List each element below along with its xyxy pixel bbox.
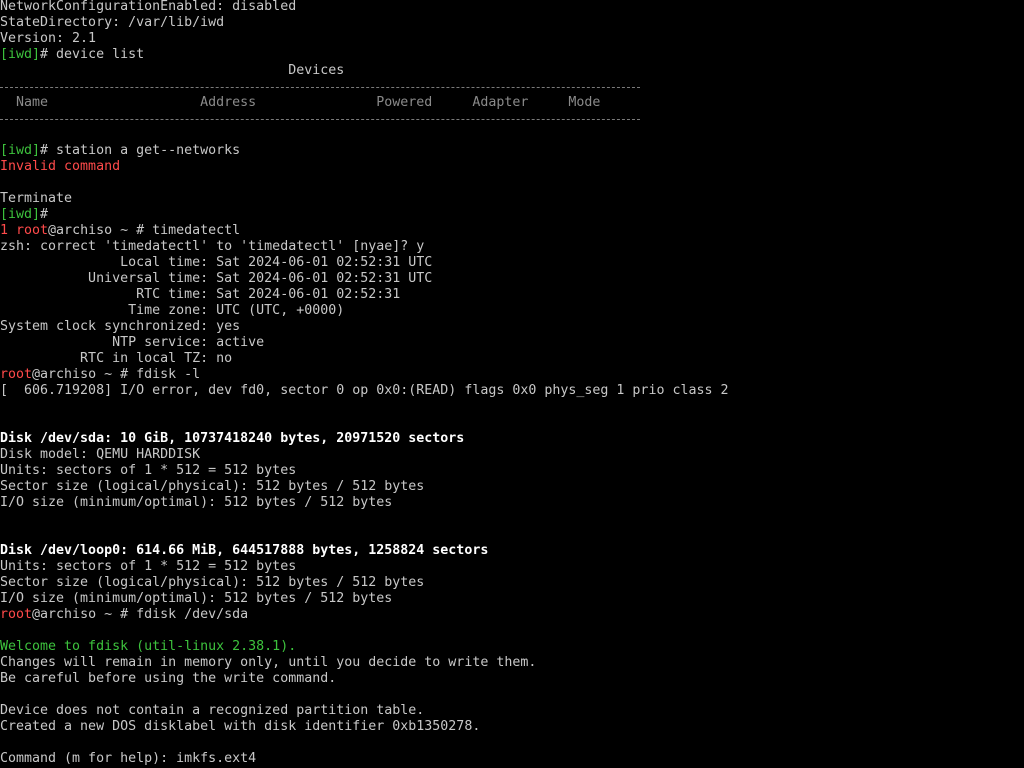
iwd-prompt-line: [iwd]# device list (0, 47, 144, 63)
command-text: @archiso ~ # timedatectl (48, 223, 241, 238)
fdisk-welcome: Welcome to fdisk (util-linux 2.38.1). (0, 639, 297, 654)
output-line: NTP service: active (0, 335, 265, 350)
output-line: RTC time: Sat 2024-06-01 02:52:31 (0, 287, 401, 302)
shell-prompt-line: 1 root@archiso ~ # timedatectl (0, 223, 240, 239)
output-line: Terminate (0, 191, 73, 206)
output-line: Created a new DOS disklabel with disk id… (0, 719, 481, 734)
iwd-prompt: [iwd] (0, 207, 41, 222)
fdisk-command-input[interactable]: Command (m for help): imkfs.ext4 (0, 751, 256, 767)
output-line: Units: sectors of 1 * 512 = 512 bytes (0, 463, 297, 478)
shell-prompt-line: root@archiso ~ # fdisk -l (0, 367, 200, 383)
output-line: Be careful before using the write comman… (0, 671, 337, 686)
error-message: Invalid command (0, 159, 121, 174)
output-line: I/O size (minimum/optimal): 512 bytes / … (0, 591, 393, 606)
devices-table-header: Name Address Powered Adapter Mode (0, 95, 601, 110)
command-text: @archiso ~ # fdisk /dev/sda (32, 607, 249, 622)
table-divider (0, 119, 640, 120)
output-line: Units: sectors of 1 * 512 = 512 bytes (0, 559, 297, 574)
command-text: @archiso ~ # fdisk -l (32, 367, 201, 382)
exit-status: 1 (0, 223, 17, 238)
output-line: Changes will remain in memory only, unti… (0, 655, 537, 670)
output-line: Disk model: QEMU HARDDISK (0, 447, 201, 462)
output-line: zsh: correct 'timedatectl' to 'timedatec… (0, 239, 425, 254)
iwd-prompt-line: [iwd]# (0, 207, 48, 223)
prompt-user: root (16, 223, 49, 238)
disk-heading: Disk /dev/sda: 10 GiB, 10737418240 bytes… (0, 431, 465, 446)
command-text: # (40, 207, 49, 222)
command-text: # station a get--networks (40, 143, 241, 158)
output-line: Sector size (logical/physical): 512 byte… (0, 479, 425, 494)
shell-prompt-line: root@archiso ~ # fdisk /dev/sda (0, 607, 248, 623)
output-line: I/O size (minimum/optimal): 512 bytes / … (0, 495, 393, 510)
table-divider (0, 87, 640, 88)
iwd-prompt-line: [iwd]# station a get--networks (0, 143, 240, 159)
devices-table-title: Devices (0, 63, 345, 78)
terminal-window[interactable]: NetworkConfigurationEnabled: disabled St… (0, 0, 1024, 768)
disk-heading: Disk /dev/loop0: 614.66 MiB, 644517888 b… (0, 543, 489, 558)
iwd-prompt: [iwd] (0, 47, 41, 62)
output-line: Time zone: UTC (UTC, +0000) (0, 303, 345, 318)
output-line: Sector size (logical/physical): 512 byte… (0, 575, 425, 590)
output-line: Device does not contain a recognized par… (0, 703, 425, 718)
output-line: Local time: Sat 2024-06-01 02:52:31 UTC (0, 255, 433, 270)
output-line: Version: 2.1 (0, 31, 97, 46)
iwd-prompt: [iwd] (0, 143, 41, 158)
output-line: Universal time: Sat 2024-06-01 02:52:31 … (0, 271, 433, 286)
output-line: NetworkConfigurationEnabled: disabled (0, 0, 297, 14)
prompt-user: root (0, 367, 33, 382)
output-line: System clock synchronized: yes (0, 319, 241, 334)
command-text: # device list (40, 47, 145, 62)
output-line: StateDirectory: /var/lib/iwd (0, 15, 225, 30)
prompt-user: root (0, 607, 33, 622)
output-line: RTC in local TZ: no (0, 351, 233, 366)
kernel-message: [ 606.719208] I/O error, dev fd0, sector… (0, 383, 729, 398)
